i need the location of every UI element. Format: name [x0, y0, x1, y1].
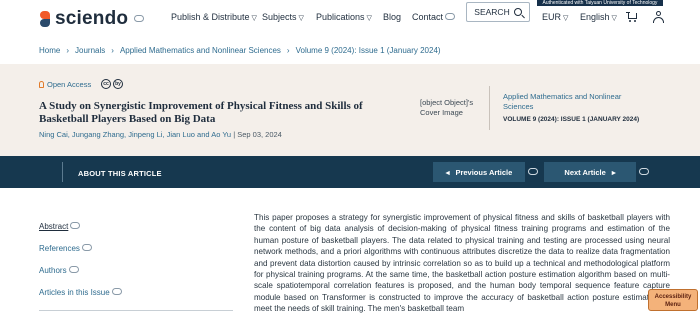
sidebar-item-label: References	[39, 244, 80, 253]
article-navigation-bar: ABOUT THIS ARTICLE ◂ Previous Article Ne…	[0, 156, 700, 188]
nav-blog[interactable]: Blog	[383, 12, 401, 22]
sidebar-item-abstract[interactable]: Abstract	[39, 216, 122, 238]
language-value: English	[580, 12, 610, 22]
abstract-text: This paper proposes a strategy for syner…	[254, 213, 670, 314]
external-link-icon	[639, 168, 649, 175]
nav-publications[interactable]: Publications ▽	[316, 12, 372, 22]
institution-auth-badge: Authenticated with Taiyuan University of…	[537, 0, 663, 6]
external-link-icon	[445, 13, 456, 21]
sidebar-item-label: Abstract	[39, 222, 69, 231]
external-link-icon	[111, 288, 122, 296]
site-header: sciendo Publish & Distribute ▽ Subjects ▽ …	[0, 0, 700, 38]
authors-list[interactable]: Ning Cai, Jungang Zhang, Jinpeng Li, Jia…	[39, 130, 231, 139]
breadcrumb-home[interactable]: Home	[39, 46, 60, 55]
open-access-icon	[39, 81, 44, 88]
language-select[interactable]: English ▽	[580, 12, 617, 22]
nav-label: Publish & Distribute	[171, 12, 250, 22]
search-button[interactable]: SEARCH	[466, 2, 530, 22]
chevron-down-icon: ▽	[366, 15, 372, 22]
currency-value: EUR	[542, 12, 562, 22]
breadcrumb-separator: ›	[111, 46, 114, 55]
sidebar-item-authors[interactable]: Authors	[39, 260, 122, 282]
article-hero: Open Access cc by A Study on Synergistic…	[0, 64, 700, 156]
article-title: A Study on Synergistic Improvement of Ph…	[39, 100, 363, 125]
previous-article-button[interactable]: ◂ Previous Article	[433, 162, 525, 182]
issue-label[interactable]: VOLUME 9 (2024): ISSUE 1 (JANUARY 2024)	[503, 116, 639, 123]
search-label: SEARCH	[474, 7, 510, 17]
nav-contact[interactable]: Contact	[412, 12, 456, 22]
open-access-label: Open Access	[39, 80, 91, 89]
nav-subjects[interactable]: Subjects ▽	[262, 12, 304, 22]
nav-label: Subjects	[262, 12, 297, 22]
sidebar-item-references[interactable]: References	[39, 238, 122, 260]
sidebar-item-articles-in-issue[interactable]: Articles in this Issue	[39, 282, 122, 304]
publication-date: | Sep 03, 2024	[233, 130, 282, 139]
user-account-icon[interactable]	[653, 11, 664, 23]
chevron-down-icon: ▽	[298, 15, 304, 22]
accessibility-menu-button[interactable]: Accessibility Menu	[648, 289, 698, 311]
nav-publish-distribute[interactable]: Publish & Distribute ▽	[171, 12, 257, 22]
currency-select[interactable]: EUR ▽	[542, 12, 568, 22]
sidebar-divider	[39, 310, 233, 311]
nav-label: Blog	[383, 12, 402, 22]
sidebar-item-label: Articles in this Issue	[39, 288, 110, 297]
article-sidebar: Abstract References Authors Articles in …	[39, 216, 122, 304]
chevron-down-icon: ▽	[563, 15, 569, 22]
next-article-label: Next Article	[564, 167, 606, 177]
nav-label: Publications	[316, 12, 365, 22]
external-link-icon	[70, 222, 81, 230]
divider	[62, 162, 63, 182]
external-link-icon	[68, 266, 79, 274]
chevron-down-icon: ▽	[611, 15, 617, 22]
sidebar-item-label: Authors	[39, 266, 67, 275]
external-link-icon	[134, 14, 145, 22]
open-access-text: Open Access	[47, 80, 92, 89]
chevron-down-icon: ▽	[251, 15, 257, 22]
sciendo-logo[interactable]: sciendo	[39, 8, 145, 30]
external-link-icon	[528, 168, 538, 175]
chevron-right-icon: ▸	[611, 167, 616, 177]
sciendo-logo-icon	[39, 11, 51, 27]
breadcrumb-journal[interactable]: Applied Mathematics and Nonlinear Scienc…	[120, 46, 281, 55]
previous-article-label: Previous Article	[455, 167, 513, 177]
external-link-icon	[81, 244, 92, 252]
about-article-toggle[interactable]: ABOUT THIS ARTICLE	[78, 169, 162, 178]
cart-icon[interactable]	[626, 12, 638, 22]
journal-link[interactable]: Applied Mathematics and Nonlinear Scienc…	[503, 92, 633, 112]
next-article-button[interactable]: Next Article ▸	[544, 162, 636, 182]
breadcrumb: Home › Journals › Applied Mathematics and No…	[39, 46, 441, 55]
cover-image: [object Object]'s Cover Image	[408, 86, 490, 130]
cc-by-icon[interactable]: by	[113, 79, 123, 89]
breadcrumb-issue[interactable]: Volume 9 (2024): Issue 1 (January 2024)	[296, 46, 441, 55]
breadcrumb-journals[interactable]: Journals	[75, 46, 105, 55]
breadcrumb-separator: ›	[66, 46, 70, 55]
breadcrumb-separator: ›	[286, 46, 290, 55]
search-icon	[513, 8, 522, 16]
cc-license-icon[interactable]: cc	[101, 79, 111, 89]
brand-name: sciendo	[55, 8, 129, 29]
article-authors: Ning Cai, Jungang Zhang, Jinpeng Li, Jia…	[39, 130, 282, 139]
nav-label: Contact	[412, 12, 444, 22]
chevron-left-icon: ◂	[445, 167, 450, 177]
